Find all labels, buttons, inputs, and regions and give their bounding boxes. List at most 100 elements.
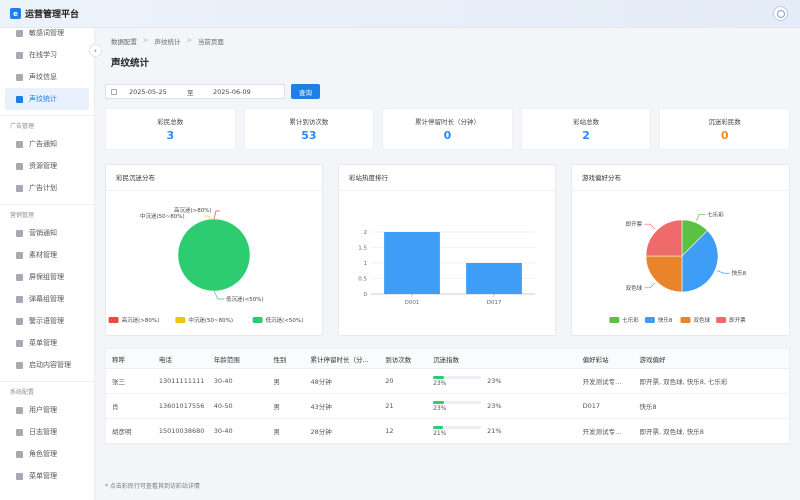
menu-item-icon [16,273,23,281]
menu-item-icon [16,450,23,458]
stat-value: 2 [582,129,590,142]
slice-label: 即开票 [626,221,643,228]
legend-swatch [716,317,727,323]
table-cell: 男 [273,378,281,386]
collapse-sidebar-button[interactable]: ‹ [89,44,102,57]
sidebar-item[interactable]: 菜单管理 [0,332,94,354]
breadcrumb-item: 当前页面 [197,38,224,46]
leader-line [644,282,656,289]
sidebar: 敏感词管理 在线学习 声纹信息 声纹统计 广告管理 广告通知 资源管理 广告计划 营销管理 营销通… [0,28,95,500]
menu-item-icon [16,140,23,148]
menu-item-icon [16,406,23,414]
start-date-input[interactable]: 2025-05-25 [129,88,187,96]
menu-item-icon [16,295,23,303]
sidebar-item[interactable]: 敏感词管理 [0,28,94,44]
addiction-index-cell: 23% 23% [427,375,577,387]
panel-title: 游戏偏好分布 [572,165,789,191]
game-preference-panel: 游戏偏好分布 七乐彩 快乐8 双色球 即开票 七乐彩 快乐8 双色球 即开票 [571,164,790,336]
sidebar-item-label: 启动内容管理 [29,361,71,369]
menu-item-icon [16,73,23,81]
y-tick-label: 0 [364,292,368,298]
sidebar-item[interactable]: 弹幕组管理 [0,288,94,310]
sidebar-item-label: 角色管理 [29,450,57,458]
sidebar-item-label: 屏保组管理 [29,273,64,281]
sidebar-item-label: 营销通知 [29,229,57,237]
sidebar-item[interactable]: 菜单管理 [0,465,94,487]
table-cell: 开发测试专... [582,428,622,436]
sidebar-item-label: 广告通知 [29,140,57,148]
end-date-input[interactable]: 2025-06-09 [213,88,251,96]
page-title: 声纹统计 [111,58,150,69]
progress-track [433,425,482,429]
sidebar-item[interactable]: 素材管理 [0,244,94,266]
legend-label: 低沉迷(<50%) [266,316,304,324]
stat-card-total-stations: 彩站总数 2 [520,108,652,150]
column-header: 到访次数 [385,355,412,364]
table-row[interactable]: 肖 13601017556 40-50 男 43分钟 21 23% 23% D017 快乐8 [106,394,789,419]
legend-swatch [609,317,620,323]
stats-cards: 彩民总数 3 累计到访次数 53 累计停留时长（分钟） 0 彩站总数 2 沉迷彩… [105,108,790,150]
date-range-separator: 至 [187,88,194,97]
table-row[interactable]: 胡彦明 15010038680 30-40 男 28分钟 12 21% 21% 开发测试专...… [106,419,789,444]
table-cell: 快乐8 [639,403,657,411]
table-row[interactable]: 张三 13011111111 30-40 男 48分钟 20 23% 23% 开发测试专... 即… [106,369,789,394]
query-button[interactable]: 查询 [291,84,320,99]
sidebar-item[interactable]: 广告通知 [0,133,94,155]
bar [384,232,440,294]
addiction-pie-chart: 高沉迷(>80%)中沉迷(50~80%)低沉迷(<50%)高沉迷(>80%) 中沉… [108,206,304,324]
legend-label: 七乐彩 [622,316,639,324]
stat-card-total-lottery-players: 彩民总数 3 [105,108,236,150]
progress-label: 23% [433,404,447,412]
column-header: 游戏偏好 [639,355,666,364]
stat-label: 彩站总数 [573,118,600,126]
column-header: 年龄范围 [213,355,240,364]
bar [466,263,522,294]
sidebar-item[interactable]: 广告计划 [0,177,94,199]
menu-item-icon [16,317,23,325]
table-cell: 13601017556 [158,402,205,410]
sidebar-item-label: 资源管理 [29,162,57,170]
legend-swatch [680,317,691,323]
legend-swatch [108,317,119,323]
sidebar-item[interactable]: 屏保组管理 [0,266,94,288]
breadcrumb: 数据配置 > 声纹统计 > 当前页面 [111,36,224,46]
sidebar-item[interactable]: 在线学习 [0,44,94,66]
stat-label: 沉迷彩民数 [708,118,741,126]
menu-item-icon [16,251,23,259]
legend-label: 中沉迷(50~80%) [188,316,233,324]
sidebar-item[interactable]: 警示语管理 [0,310,94,332]
sidebar-item[interactable]: 资源管理 [0,155,94,177]
sidebar-item-label: 弹幕组管理 [29,295,64,303]
sidebar-item[interactable]: 角色管理 [0,443,94,465]
sidebar-item[interactable]: 营销通知 [0,222,94,244]
sidebar-item[interactable]: 用户管理 [0,399,94,421]
user-icon [776,9,785,18]
table-cell: 30-40 [213,377,233,385]
stat-value: 3 [166,129,175,142]
sidebar-item-label: 日志管理 [29,428,57,436]
legend-label: 双色球 [694,316,711,324]
main-content: 数据配置 > 声纹统计 > 当前页面 声纹统计 2025-05-25 至 202… [105,28,795,500]
leader-line [213,210,220,220]
sidebar-item[interactable]: 启动内容管理 [0,354,94,376]
leader-line [644,223,656,230]
column-header: 性别 [273,355,287,364]
table-cell: 15010038680 [158,427,205,435]
date-range-picker[interactable]: 2025-05-25 至 2025-06-09 [105,84,285,99]
breadcrumb-item[interactable]: 数据配置 [111,36,137,46]
table-cell: 28分钟 [310,428,332,436]
panel-title: 彩站热度排行 [339,165,555,191]
sidebar-divider [0,115,94,116]
user-avatar[interactable] [773,6,788,21]
progress-fill [433,425,444,429]
sidebar-item[interactable]: 声纹统计 [5,88,89,110]
sidebar-item[interactable]: 声纹信息 [0,66,94,88]
slice-label: 高沉迷(>80%) [174,206,212,214]
y-tick-label: 1 [364,261,368,267]
table-cell: 男 [273,403,281,411]
sidebar-item[interactable]: 日志管理 [0,421,94,443]
breadcrumb-item[interactable]: 声纹统计 [154,36,180,46]
table-cell: 30-40 [213,427,233,435]
addiction-distribution-panel: 彩民沉迷分布 高沉迷(>80%) 中沉迷(50~80%) 低沉迷(<50%) 高沉迷(… [105,164,323,336]
table-cell: 张三 [112,378,125,386]
